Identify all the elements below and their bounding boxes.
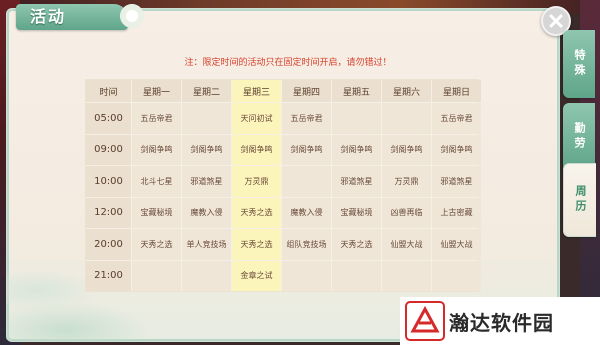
schedule-event-cell: 剑阁争鸣	[182, 134, 231, 165]
tab-special[interactable]: 特殊	[563, 30, 595, 98]
weekly-schedule-table: 时间 星期一 星期二 星期三 星期四 星期五 星期六 星期日 05:00 五岳帝君 天问初试 五岳帝君…	[85, 79, 481, 292]
window-title: 活动	[30, 7, 67, 26]
watermark: 瀚达软件园	[400, 297, 600, 345]
schedule-event-cell: 剑阁争鸣	[432, 134, 481, 165]
schedule-empty-cell	[382, 260, 431, 291]
schedule-empty-cell	[182, 103, 231, 134]
schedule-event-cell: 北斗七星	[132, 166, 181, 197]
day-column-header: 星期日	[432, 80, 481, 102]
schedule-event-cell: 五岳帝君	[282, 103, 331, 134]
day-column-header: 星期三	[232, 80, 281, 102]
schedule-event-cell: 仙盟大战	[382, 229, 431, 260]
schedule-empty-cell	[282, 166, 331, 197]
close-icon	[549, 14, 563, 28]
schedule-empty-cell	[132, 260, 181, 291]
day-column-header: 星期五	[332, 80, 381, 102]
time-slot-label: 05:00	[86, 103, 131, 134]
time-slot-label: 20:00	[86, 229, 131, 260]
schedule-event-cell: 万灵鼎	[232, 166, 281, 197]
schedule-event-cell: 上古密藏	[432, 197, 481, 228]
schedule-event-cell: 组队竞技场	[282, 229, 331, 260]
schedule-event-cell: 天秀之选	[232, 229, 281, 260]
watermark-logo-icon	[405, 301, 445, 341]
schedule-event-cell: 凶兽再临	[382, 197, 431, 228]
schedule-event-cell: 剑阁争鸣	[282, 134, 331, 165]
schedule-event-cell: 邪道煞星	[332, 166, 381, 197]
schedule-event-cell: 单人竞技场	[182, 229, 231, 260]
day-column-header: 星期四	[282, 80, 331, 102]
day-column-header: 星期二	[182, 80, 231, 102]
schedule-event-cell: 天秀之选	[232, 197, 281, 228]
schedule-event-cell: 魔教入侵	[182, 197, 231, 228]
schedule-empty-cell	[332, 103, 381, 134]
schedule-notice: 注：限定时间的活动只在固定时间开启，请勿错过！	[184, 58, 392, 68]
schedule-event-cell: 天秀之选	[332, 229, 381, 260]
schedule-event-cell: 剑阁争鸣	[382, 134, 431, 165]
schedule-event-cell: 宝藏秘境	[332, 197, 381, 228]
schedule-event-cell: 金章之试	[232, 260, 281, 291]
day-column-header: 星期一	[132, 80, 181, 102]
time-slot-label: 21:00	[86, 260, 131, 291]
time-slot-label: 10:00	[86, 166, 131, 197]
schedule-event-cell: 仙盟大战	[432, 229, 481, 260]
tab-weekly-calendar[interactable]: 周历	[563, 163, 596, 237]
day-column-header: 星期六	[382, 80, 431, 102]
schedule-event-cell: 万灵鼎	[382, 166, 431, 197]
watermark-text: 瀚达软件园	[449, 310, 554, 335]
schedule-event-cell: 魔教入侵	[282, 197, 331, 228]
schedule-event-cell: 剑阁争鸣	[132, 134, 181, 165]
schedule-empty-cell	[432, 260, 481, 291]
time-column-header: 时间	[86, 80, 131, 102]
schedule-event-cell: 宝藏秘境	[132, 197, 181, 228]
schedule-event-cell: 邪道煞星	[432, 166, 481, 197]
schedule-event-cell: 天秀之选	[132, 229, 181, 260]
tab-diligent[interactable]: 勤劳	[563, 103, 595, 171]
schedule-event-cell: 天问初试	[232, 103, 281, 134]
tab-label: 周历	[574, 185, 587, 215]
time-slot-label: 12:00	[86, 197, 131, 228]
time-slot-label: 09:00	[86, 134, 131, 165]
schedule-event-cell: 剑阁争鸣	[332, 134, 381, 165]
tab-label: 特殊	[573, 49, 586, 79]
schedule-empty-cell	[282, 260, 331, 291]
flower-decoration-icon	[118, 2, 146, 30]
schedule-event-cell: 五岳帝君	[432, 103, 481, 134]
schedule-empty-cell	[332, 260, 381, 291]
schedule-empty-cell	[382, 103, 431, 134]
schedule-event-cell: 五岳帝君	[132, 103, 181, 134]
tab-label: 勤劳	[573, 122, 586, 152]
schedule-empty-cell	[182, 260, 231, 291]
schedule-event-cell: 邪道煞星	[182, 166, 231, 197]
schedule-event-cell: 剑阁争鸣	[232, 134, 281, 165]
